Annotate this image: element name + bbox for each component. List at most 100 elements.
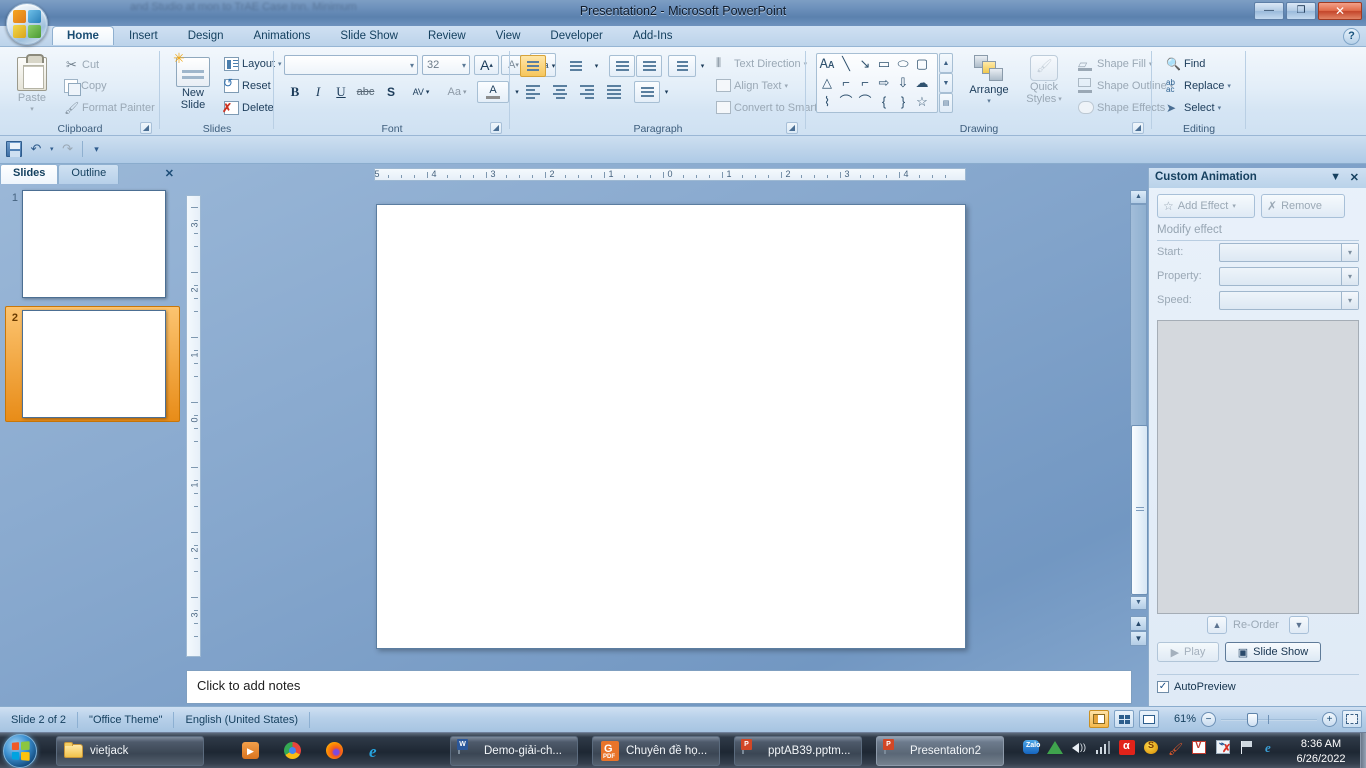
speed-combo[interactable]: ▾ (1219, 291, 1359, 310)
paste-dropdown-arrow[interactable]: ▾ (30, 105, 34, 113)
maximize-button[interactable]: ❐ (1286, 2, 1316, 20)
shape-triangle-icon[interactable]: △ (818, 74, 836, 90)
animation-list[interactable] (1157, 320, 1359, 614)
taskbar-button-word-doc[interactable]: W Demo-giải-ch... (450, 736, 578, 766)
strikethrough-button[interactable]: abc (353, 81, 378, 103)
pane-close-icon[interactable]: ✕ (1350, 171, 1359, 184)
volume-icon[interactable]: )) (1071, 739, 1088, 756)
notes-pane[interactable]: Click to add notes (186, 670, 1132, 704)
bluetooth-icon[interactable]: ⌁ ✗ (1215, 739, 1232, 756)
reorder-up-button[interactable]: ▲ (1207, 616, 1227, 634)
fit-to-window-button[interactable] (1342, 710, 1362, 728)
bold-button[interactable]: B (284, 81, 306, 103)
scrollbar-track[interactable] (1130, 204, 1148, 596)
list-item[interactable]: 1 (6, 190, 180, 298)
increase-indent-button[interactable] (636, 55, 662, 77)
shape-oval-icon[interactable]: ⬭ (894, 55, 912, 71)
slide-thumbnail-list[interactable]: 1 2 (0, 184, 180, 706)
line-spacing-dropdown-arrow[interactable]: ▾ (696, 55, 709, 77)
autopreview-checkbox[interactable]: ✓ (1157, 681, 1169, 693)
reorder-down-button[interactable]: ▼ (1289, 616, 1309, 634)
add-effect-dropdown-arrow[interactable]: ▾ (1232, 202, 1236, 210)
tab-design[interactable]: Design (173, 26, 239, 45)
change-case-button[interactable]: Aa ▾ (441, 81, 473, 103)
zoom-out-button[interactable]: − (1201, 711, 1216, 727)
quicklaunch-chrome[interactable] (278, 736, 308, 766)
bullets-dropdown-arrow[interactable]: ▾ (547, 55, 560, 77)
unikey-icon[interactable]: S (1143, 739, 1160, 756)
arrange-button[interactable]: Arrange ▾ (962, 53, 1016, 107)
zoom-in-button[interactable]: + (1322, 711, 1337, 727)
cut-button[interactable]: ✂ Cut (60, 55, 103, 74)
columns-button[interactable] (634, 81, 660, 103)
pane-dropdown-icon[interactable]: ▼ (1330, 171, 1341, 183)
drawing-dialog-launcher[interactable]: ◢ (1132, 122, 1144, 134)
status-theme[interactable]: "Office Theme" (78, 711, 173, 729)
font-size-dropdown-arrow[interactable]: ▾ (462, 61, 466, 70)
next-slide-button[interactable]: ▼ (1130, 631, 1147, 646)
shape-freeform-icon[interactable]: ⌇ (818, 93, 836, 109)
normal-view-button[interactable] (1089, 710, 1109, 728)
status-language[interactable]: English (United States) (174, 711, 309, 729)
taskbar-button-presentation2[interactable]: P Presentation2 (876, 736, 1004, 766)
shapes-more-button[interactable]: ▤ (939, 93, 953, 113)
paste-button[interactable]: Paste ▾ (8, 54, 56, 115)
underline-button[interactable]: U (330, 81, 352, 103)
taskbar-button-pptab39[interactable]: P pptAB39.pptm... (734, 736, 862, 766)
italic-button[interactable]: I (307, 81, 329, 103)
start-button[interactable] (3, 734, 37, 768)
undo-icon[interactable]: ↶ (27, 140, 45, 158)
undo-dropdown-arrow[interactable]: ▾ (50, 145, 54, 153)
property-dropdown-arrow[interactable]: ▾ (1341, 268, 1358, 285)
replace-button[interactable]: ab ac Replace ▾ (1162, 77, 1235, 95)
decrease-indent-button[interactable] (609, 55, 635, 77)
replace-dropdown-arrow[interactable]: ▾ (1227, 82, 1231, 90)
shape-line-icon[interactable]: ╲ (837, 55, 855, 71)
shape-arc-icon[interactable]: ⌒ (856, 93, 874, 109)
new-slide-button[interactable]: ✳ New Slide (168, 51, 218, 113)
select-dropdown-arrow[interactable]: ▾ (1218, 104, 1222, 112)
shape-elbow-connector-icon[interactable]: ⌐ (837, 74, 855, 90)
scroll-down-button[interactable]: ▼ (1130, 596, 1147, 610)
clipboard-dialog-launcher[interactable]: ◢ (140, 122, 152, 134)
align-text-button[interactable]: Align Text ▾ (712, 77, 792, 94)
previous-slide-button[interactable]: ▲ (1130, 616, 1147, 631)
slide-canvas[interactable] (376, 204, 966, 649)
shapes-scroll-up-button[interactable]: ▲ (939, 53, 953, 73)
shape-star-icon[interactable]: ☆ (913, 93, 931, 109)
text-shadow-button[interactable]: S (380, 81, 402, 103)
zoom-slider[interactable] (1221, 712, 1317, 727)
save-icon[interactable] (6, 141, 22, 157)
select-button[interactable]: ➤ Select ▾ (1162, 99, 1225, 117)
slide-thumbnail[interactable] (22, 310, 166, 418)
slide-vertical-scrollbar[interactable]: ▲ ▼ (1130, 190, 1148, 610)
tab-slide-show[interactable]: Slide Show (325, 26, 413, 45)
align-center-button[interactable] (547, 81, 573, 103)
numbering-button[interactable] (563, 55, 589, 77)
font-name-dropdown-arrow[interactable]: ▾ (410, 61, 414, 70)
ie-icon[interactable]: e (1263, 739, 1280, 756)
font-size-combo[interactable]: 32 ▾ (422, 55, 470, 75)
tab-add-ins[interactable]: Add-Ins (618, 26, 688, 45)
shape-text-box-icon[interactable]: 🗛 (818, 55, 836, 71)
scroll-up-button[interactable]: ▲ (1130, 190, 1147, 204)
character-spacing-button[interactable]: AV ▾ (404, 81, 438, 103)
tab-home[interactable]: Home (52, 26, 114, 45)
start-combo[interactable]: ▾ (1219, 243, 1359, 262)
zalo-icon[interactable]: Zalo (1023, 739, 1040, 756)
slides-panel-close-icon[interactable]: ✕ (165, 167, 174, 180)
reset-button[interactable]: Reset (220, 76, 275, 95)
tab-insert[interactable]: Insert (114, 26, 173, 45)
shape-arrow-icon[interactable]: ↘ (856, 55, 874, 71)
show-desktop-button[interactable] (1360, 733, 1366, 768)
scrollbar-thumb[interactable] (1131, 425, 1148, 595)
shape-right-brace-icon[interactable]: } (894, 93, 912, 109)
network-icon[interactable] (1095, 739, 1112, 756)
align-right-button[interactable] (574, 81, 600, 103)
customize-qat-icon[interactable]: ▾ (88, 140, 106, 158)
shapes-gallery[interactable]: 🗛 ╲ ↘ ▭ ⬭ ▢ △ ⌐ ⌐ ⇨ ⇩ ☁ ⌇ ⌒ ⌒ { } ☆ (816, 53, 938, 113)
shape-fill-button[interactable]: ▱ Shape Fill ▾ (1074, 55, 1156, 73)
avira-icon[interactable]: α (1119, 739, 1136, 756)
shape-left-brace-icon[interactable]: { (875, 93, 893, 109)
shape-elbow-arrow-icon[interactable]: ⌐ (856, 74, 874, 90)
